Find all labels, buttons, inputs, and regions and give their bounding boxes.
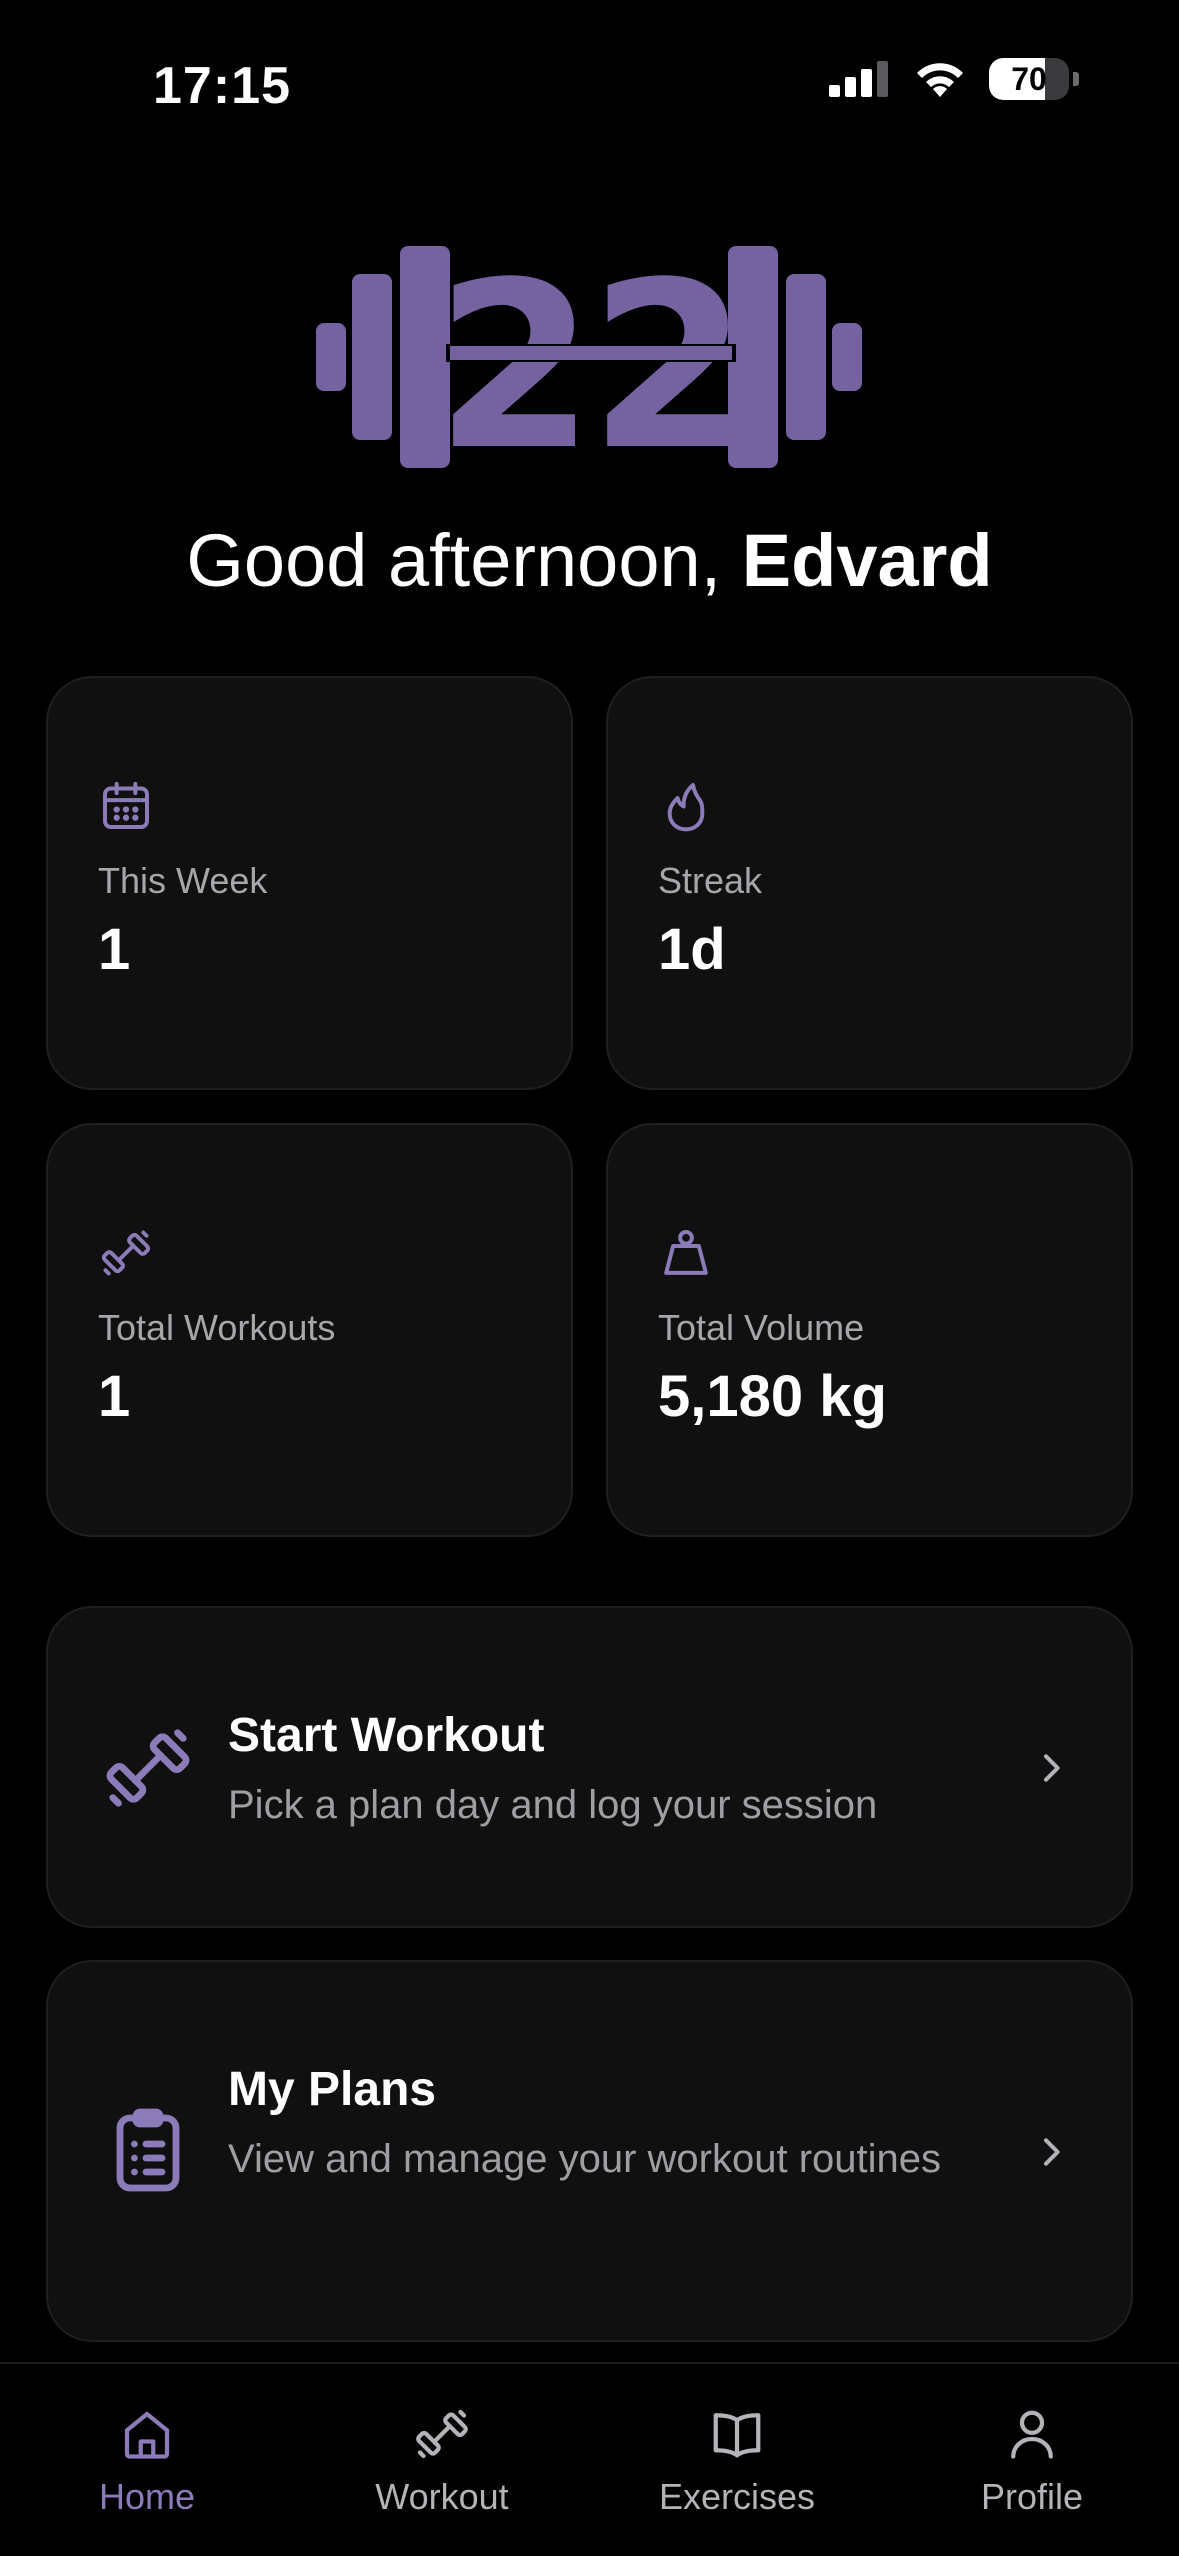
stat-value: 1d (658, 917, 726, 982)
signal-icon (829, 61, 888, 97)
chevron-right-icon (1044, 1754, 1060, 1782)
stat-value: 1 (98, 1364, 131, 1429)
greeting-prefix: Good afternoon, (186, 519, 742, 602)
action-title: My Plans (228, 2063, 437, 2116)
my-plans-card[interactable]: My Plans View and manage your workout ro… (46, 1960, 1133, 2342)
status-time: 17:15 (153, 57, 291, 115)
book-icon (713, 2413, 761, 2458)
tab-label: Exercises (658, 2476, 816, 2517)
start-workout-card[interactable]: Start Workout Pick a plan day and log yo… (46, 1606, 1133, 1928)
calendar-icon (103, 781, 149, 829)
tab-workout[interactable]: Workout (322, 2404, 562, 2518)
status-icons: 70 (829, 58, 1079, 100)
tab-label: Workout (375, 2476, 509, 2517)
chevron-right-icon (1044, 2138, 1060, 2166)
stat-card-total-workouts: Total Workouts 1 (46, 1123, 573, 1537)
dumbbell-icon (106, 1729, 190, 1807)
battery-level: 70 (1011, 60, 1047, 97)
clipboard-icon (116, 2108, 180, 2192)
stat-value: 1 (98, 917, 131, 982)
stat-label: Total Volume (658, 1307, 865, 1348)
app-logo: 22 (316, 246, 862, 468)
battery-icon: 70 (989, 58, 1069, 100)
stat-label: Total Workouts (98, 1307, 336, 1348)
tab-home[interactable]: Home (27, 2404, 267, 2518)
tab-label: Home (98, 2476, 196, 2517)
dumbbell-icon (101, 1230, 151, 1276)
wifi-icon (917, 63, 963, 97)
greeting: Good afternoon, Edvard (0, 518, 1179, 603)
action-subtitle: Pick a plan day and log your session (228, 1783, 878, 1827)
kettlebell-icon (664, 1230, 708, 1275)
stat-label: This Week (98, 860, 268, 901)
dumbbell-icon (416, 2409, 468, 2459)
tab-label: Profile (980, 2476, 1084, 2517)
user-name: Edvard (741, 519, 993, 602)
user-icon (1011, 2410, 1053, 2459)
action-title: Start Workout (228, 1709, 545, 1762)
home-screen: 17:15 70 22 Good afternoon, Edvard This … (0, 0, 1179, 2556)
tab-bar: Home Workout Exercises Profile (0, 2362, 1179, 2556)
stat-label: Streak (658, 860, 763, 901)
stat-card-this-week: This Week 1 (46, 676, 573, 1090)
tab-profile[interactable]: Profile (912, 2404, 1152, 2518)
action-subtitle: View and manage your workout routines (228, 2137, 942, 2181)
flame-icon (667, 783, 705, 832)
stat-value: 5,180 kg (658, 1364, 887, 1429)
stat-card-streak: Streak 1d (606, 676, 1133, 1090)
home-icon (124, 2411, 170, 2459)
stat-card-total-volume: Total Volume 5,180 kg (606, 1123, 1133, 1537)
tab-exercises[interactable]: Exercises (617, 2404, 857, 2518)
